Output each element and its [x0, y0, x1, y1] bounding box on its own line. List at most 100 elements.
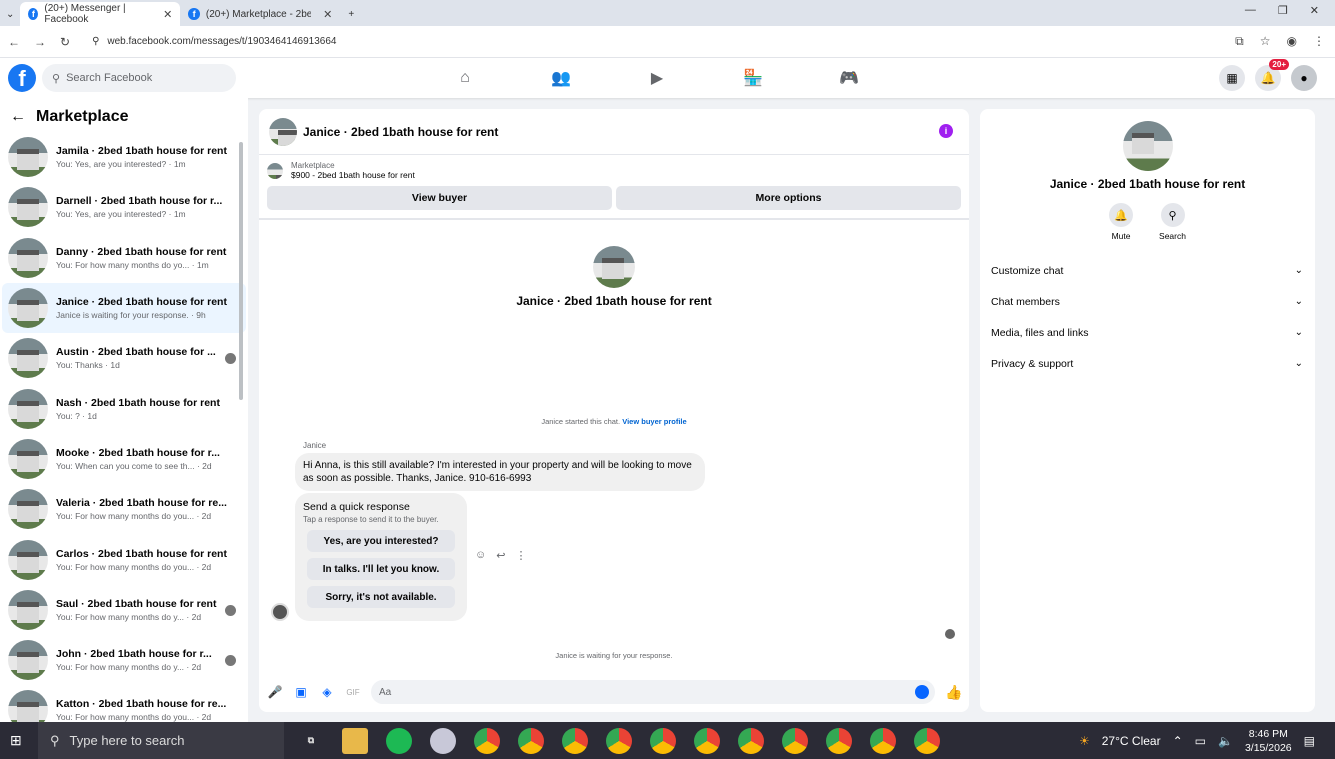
- chrome-icon[interactable]: [562, 727, 588, 754]
- minimize-icon[interactable]: —: [1245, 4, 1256, 17]
- conversation-item[interactable]: Valeria · 2bed 1bath house for re... You:…: [2, 484, 246, 534]
- sender-name: Janice: [303, 441, 327, 450]
- app-icon[interactable]: [430, 727, 456, 754]
- info-icon[interactable]: i: [939, 124, 953, 138]
- conversation-item[interactable]: Katton · 2bed 1bath house for re... You: …: [2, 685, 246, 722]
- url-text[interactable]: web.facebook.com/messages/t/190346414691…: [107, 36, 336, 47]
- account-avatar[interactable]: ●: [1291, 65, 1317, 91]
- conversation-item[interactable]: John · 2bed 1bath house for r... You: For…: [2, 635, 246, 685]
- conversation-item[interactable]: Danny · 2bed 1bath house for rent You: Fo…: [2, 233, 246, 283]
- notifications-icon[interactable]: ▤: [1304, 734, 1315, 748]
- media-files-links-section[interactable]: Media, files and links ⌄: [980, 317, 1315, 348]
- chrome-icon[interactable]: [694, 727, 720, 754]
- close-icon[interactable]: ✕: [163, 8, 172, 21]
- listing-title[interactable]: $900 - 2bed 1bath house for rent: [291, 170, 415, 180]
- chat-avatar[interactable]: [269, 117, 297, 146]
- gaming-icon[interactable]: 🎮: [832, 64, 866, 92]
- tab-marketplace[interactable]: f (20+) Marketplace - 2bed 1bath ✕: [180, 2, 340, 26]
- taskbar-search[interactable]: ⚲ Type here to search: [38, 722, 284, 759]
- clock[interactable]: 8:46 PM 3/15/2026: [1245, 727, 1292, 755]
- sidebar-scrollbar[interactable]: [239, 142, 243, 400]
- chevron-up-icon[interactable]: ⌃: [1173, 734, 1183, 748]
- chrome-icon[interactable]: [870, 727, 896, 754]
- profile-icon[interactable]: ◉: [1287, 34, 1297, 49]
- reply-icon[interactable]: ↩: [496, 549, 505, 562]
- video-icon[interactable]: ▶: [640, 64, 674, 92]
- message-input[interactable]: Aa: [371, 680, 935, 704]
- home-icon[interactable]: ⌂: [448, 64, 482, 92]
- spotify-icon[interactable]: [386, 727, 412, 754]
- windows-taskbar: ⊞ ⚲ Type here to search ⧉ ☀ 27°C Clear ⌃…: [0, 722, 1335, 759]
- view-buyer-button[interactable]: View buyer: [267, 186, 612, 210]
- chat-title[interactable]: Janice · 2bed 1bath house for rent: [303, 125, 498, 139]
- quick-response-button[interactable]: Yes, are you interested?: [307, 530, 455, 552]
- message-bubble[interactable]: Hi Anna, is this still available? I'm in…: [295, 453, 705, 491]
- conversation-item[interactable]: Mooke · 2bed 1bath house for r... You: Wh…: [2, 434, 246, 484]
- close-icon[interactable]: ✕: [323, 8, 332, 21]
- more-kebab-icon[interactable]: ⋮: [515, 549, 526, 562]
- conversation-item[interactable]: Jamila · 2bed 1bath house for rent You: Y…: [2, 132, 246, 182]
- conversation-item[interactable]: Nash · 2bed 1bath house for rent You: ? ·…: [2, 383, 246, 433]
- site-info-icon[interactable]: ⚲: [92, 36, 99, 47]
- microphone-icon[interactable]: 🎤: [267, 685, 283, 699]
- photo-icon[interactable]: ▣: [293, 685, 309, 699]
- menu-kebab-icon[interactable]: ⋮: [1313, 34, 1325, 49]
- conversation-item[interactable]: Carlos · 2bed 1bath house for rent You: F…: [2, 534, 246, 584]
- view-buyer-profile-link[interactable]: View buyer profile: [622, 417, 686, 426]
- conversation-item[interactable]: Austin · 2bed 1bath house for ... You: Th…: [2, 333, 246, 383]
- back-arrow-icon[interactable]: ←: [10, 108, 26, 126]
- chrome-icon[interactable]: [650, 727, 676, 754]
- reload-icon[interactable]: ↻: [60, 35, 70, 49]
- more-options-button[interactable]: More options: [616, 186, 961, 210]
- chrome-icon[interactable]: [474, 727, 500, 754]
- weather-text[interactable]: 27°C Clear: [1102, 734, 1161, 748]
- react-emoji-icon[interactable]: ☺: [475, 549, 486, 562]
- customize-chat-section[interactable]: Customize chat ⌄: [980, 255, 1315, 286]
- file-explorer-icon[interactable]: [342, 727, 368, 754]
- back-icon[interactable]: ←: [8, 35, 20, 49]
- menu-grid-icon[interactable]: ▦: [1219, 65, 1245, 91]
- close-window-icon[interactable]: ✕: [1310, 4, 1319, 17]
- gif-icon[interactable]: GIF: [345, 688, 361, 697]
- facebook-logo-icon[interactable]: f: [8, 64, 36, 92]
- install-icon[interactable]: ⧉: [1235, 34, 1244, 49]
- marketplace-icon[interactable]: 🏪: [736, 64, 770, 92]
- new-tab-button[interactable]: +: [340, 2, 362, 26]
- bookmark-star-icon[interactable]: ☆: [1260, 34, 1271, 49]
- weather-icon[interactable]: ☀: [1079, 734, 1090, 748]
- chrome-icon[interactable]: [782, 727, 808, 754]
- conversation-name: Mooke · 2bed 1bath house for r...: [56, 446, 220, 459]
- conversation-avatar: [8, 237, 48, 278]
- chrome-icon[interactable]: [914, 727, 940, 754]
- quick-response-button[interactable]: Sorry, it's not available.: [307, 586, 455, 608]
- mute-button[interactable]: 🔔 Mute: [1109, 203, 1134, 241]
- search-icon: ⚲: [52, 72, 61, 85]
- tab-messenger[interactable]: f (20+) Messenger | Facebook ✕: [20, 2, 181, 26]
- forward-icon[interactable]: →: [34, 35, 46, 49]
- chrome-icon[interactable]: [518, 727, 544, 754]
- friends-icon[interactable]: 👥: [544, 64, 578, 92]
- composer: 🎤 ▣ ◈ GIF Aa 👍: [259, 680, 969, 704]
- restore-icon[interactable]: ❐: [1278, 4, 1288, 17]
- search-facebook-input[interactable]: ⚲ Search Facebook: [42, 64, 236, 92]
- privacy-support-section[interactable]: Privacy & support ⌄: [980, 348, 1315, 379]
- network-icon[interactable]: ▭: [1195, 734, 1206, 748]
- chrome-icon[interactable]: [606, 727, 632, 754]
- like-thumb-icon[interactable]: 👍: [945, 684, 962, 701]
- conversation-item[interactable]: Darnell · 2bed 1bath house for r... You: …: [2, 182, 246, 232]
- notifications-bell-icon[interactable]: 🔔 20+: [1255, 59, 1289, 91]
- conversation-item[interactable]: Saul · 2bed 1bath house for rent You: For…: [2, 585, 246, 635]
- sticker-icon[interactable]: ◈: [319, 685, 335, 699]
- volume-icon[interactable]: 🔈: [1218, 734, 1233, 748]
- chrome-icon[interactable]: [826, 727, 852, 754]
- conversation-name: Darnell · 2bed 1bath house for r...: [56, 195, 223, 208]
- chrome-icon[interactable]: [738, 727, 764, 754]
- search-conversation-button[interactable]: ⚲ Search: [1159, 203, 1186, 241]
- tab-list-button[interactable]: ⌄: [0, 2, 20, 26]
- windows-start-icon[interactable]: ⊞: [10, 732, 22, 749]
- chat-members-section[interactable]: Chat members ⌄: [980, 286, 1315, 317]
- task-view-icon[interactable]: ⧉: [298, 728, 324, 754]
- quick-response-button[interactable]: In talks. I'll let you know.: [307, 558, 455, 580]
- conversation-item[interactable]: Janice · 2bed 1bath house for rent Janice…: [2, 282, 246, 334]
- emoji-icon[interactable]: [915, 685, 929, 699]
